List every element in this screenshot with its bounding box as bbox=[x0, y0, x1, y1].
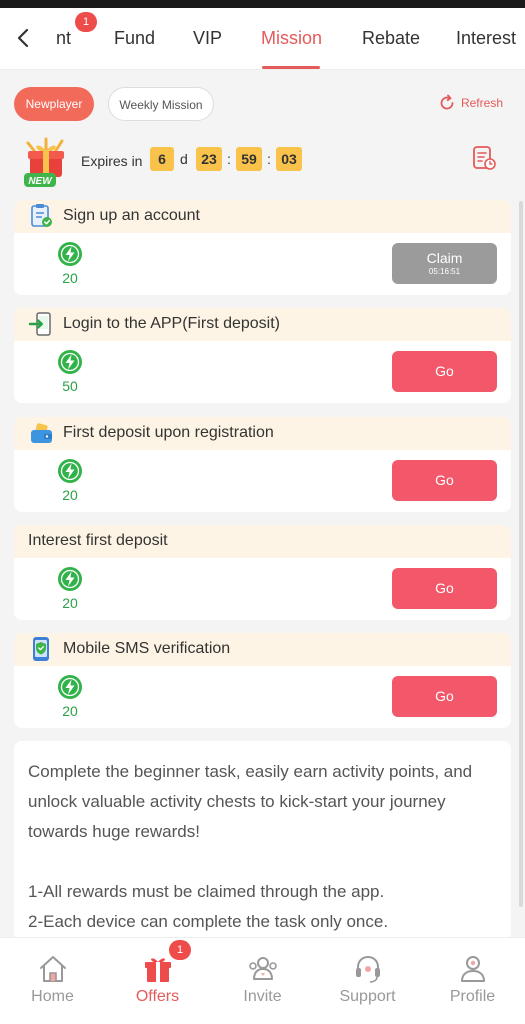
tab-partial[interactable]: nt bbox=[56, 28, 71, 49]
task-points: 20 bbox=[62, 595, 78, 611]
lightning-bolt-icon bbox=[58, 242, 82, 266]
task-points: 20 bbox=[62, 703, 78, 719]
task-title: Mobile SMS verification bbox=[63, 640, 231, 657]
go-button[interactable]: Go bbox=[392, 676, 497, 717]
timer-days: 6 bbox=[150, 147, 174, 171]
go-button[interactable]: Go bbox=[392, 351, 497, 392]
task-points: 20 bbox=[62, 487, 78, 503]
nav-profile[interactable]: Profile bbox=[420, 938, 525, 1024]
lightning-bolt-icon bbox=[58, 459, 82, 483]
tab-interest[interactable]: Interest bbox=[456, 28, 516, 49]
timer-minutes: 59 bbox=[236, 147, 262, 171]
headset-icon bbox=[356, 955, 380, 983]
go-button[interactable]: Go bbox=[392, 568, 497, 609]
clipboard-check-icon bbox=[31, 204, 52, 227]
timer-separator: : bbox=[227, 151, 231, 167]
nav-label: Home bbox=[31, 988, 74, 1005]
task-title: Interest first deposit bbox=[28, 532, 168, 549]
bottom-navigation: Home 1 Offers Invite Support Profile bbox=[0, 937, 525, 1024]
top-tab-bar: nt 1 Fund VIP Mission Rebate Interest bbox=[0, 8, 525, 70]
weekly-mission-filter-button[interactable]: Weekly Mission bbox=[108, 87, 214, 121]
tab-fund[interactable]: Fund bbox=[114, 28, 155, 49]
nav-label: Offers bbox=[135, 988, 180, 1005]
lightning-bolt-icon bbox=[58, 675, 82, 699]
task-header: Interest first deposit bbox=[14, 525, 511, 558]
claim-countdown: 05:16:51 bbox=[428, 267, 461, 276]
nav-label: Invite bbox=[243, 988, 282, 1005]
info-rule: 2-Each device can complete the task only… bbox=[28, 912, 389, 931]
task-card-interest-deposit: Interest first deposit 20 Go bbox=[14, 525, 511, 620]
gift-icon bbox=[145, 958, 171, 982]
task-header: Login to the APP(First deposit) bbox=[14, 308, 511, 341]
task-title: Sign up an account bbox=[63, 207, 200, 224]
tab-vip[interactable]: VIP bbox=[193, 28, 222, 49]
claim-button[interactable]: Claim 05:16:51 bbox=[392, 243, 497, 284]
task-title: First deposit upon registration bbox=[63, 424, 274, 441]
task-header: Sign up an account bbox=[14, 200, 511, 233]
tab-mission[interactable]: Mission bbox=[261, 28, 322, 49]
home-icon bbox=[40, 956, 66, 982]
refresh-icon bbox=[440, 94, 454, 110]
timer-hours: 23 bbox=[196, 147, 222, 171]
mission-info-card: Complete the beginner task, easily earn … bbox=[14, 741, 511, 937]
new-gift-icon: NEW bbox=[24, 137, 64, 187]
lightning-bolt-icon bbox=[58, 567, 82, 591]
nav-home[interactable]: Home bbox=[0, 938, 105, 1024]
timer-seconds: 03 bbox=[276, 147, 302, 171]
tab-rebate[interactable]: Rebate bbox=[362, 28, 420, 49]
task-points: 20 bbox=[62, 270, 78, 286]
lightning-bolt-icon bbox=[58, 350, 82, 374]
nav-invite[interactable]: Invite bbox=[210, 938, 315, 1024]
status-bar bbox=[0, 0, 525, 8]
invite-icon bbox=[249, 957, 277, 980]
info-rule: 1-All rewards must be claimed through th… bbox=[28, 882, 385, 901]
active-tab-indicator bbox=[262, 66, 320, 69]
back-arrow-icon[interactable] bbox=[10, 24, 38, 52]
refresh-label: Refresh bbox=[460, 96, 503, 110]
timer-separator: : bbox=[267, 151, 271, 167]
go-button[interactable]: Go bbox=[392, 460, 497, 501]
newplayer-filter-button[interactable]: Newplayer bbox=[14, 87, 94, 121]
task-header: Mobile SMS verification bbox=[14, 633, 511, 666]
nav-offers[interactable]: 1 Offers bbox=[105, 938, 210, 1024]
nav-label: Support bbox=[339, 988, 396, 1005]
nav-support[interactable]: Support bbox=[315, 938, 420, 1024]
nav-label: Profile bbox=[449, 988, 496, 1005]
wallet-icon bbox=[31, 423, 52, 443]
tab-badge: 1 bbox=[75, 12, 97, 32]
task-points: 50 bbox=[62, 378, 78, 394]
expires-row: NEW Expires in 6 d 23 : 59 : 03 bbox=[14, 133, 511, 189]
refresh-button[interactable]: Refresh bbox=[437, 93, 503, 113]
info-paragraph: Complete the beginner task, easily earn … bbox=[28, 762, 473, 841]
phone-shield-icon bbox=[33, 637, 49, 661]
task-card-sign-up: Sign up an account 20 Claim 05:16:51 bbox=[14, 200, 511, 295]
profile-icon bbox=[461, 956, 485, 982]
task-card-login-app: Login to the APP(First deposit) 50 Go bbox=[14, 308, 511, 403]
offers-badge: 1 bbox=[169, 940, 191, 960]
rules-document-icon[interactable] bbox=[471, 145, 497, 171]
expires-label: Expires in bbox=[81, 153, 143, 169]
scrollbar[interactable] bbox=[519, 201, 523, 907]
task-card-first-deposit: First deposit upon registration 20 Go bbox=[14, 417, 511, 512]
login-app-icon bbox=[28, 312, 51, 336]
task-header: First deposit upon registration bbox=[14, 417, 511, 450]
timer-day-unit: d bbox=[180, 151, 188, 167]
task-title: Login to the APP(First deposit) bbox=[63, 315, 280, 332]
task-card-sms-verification: Mobile SMS verification 20 Go bbox=[14, 633, 511, 728]
mission-content: Newplayer Weekly Mission Refresh NEW Exp… bbox=[0, 71, 525, 937]
new-tag: NEW bbox=[28, 176, 53, 187]
claim-label: Claim bbox=[426, 250, 463, 266]
